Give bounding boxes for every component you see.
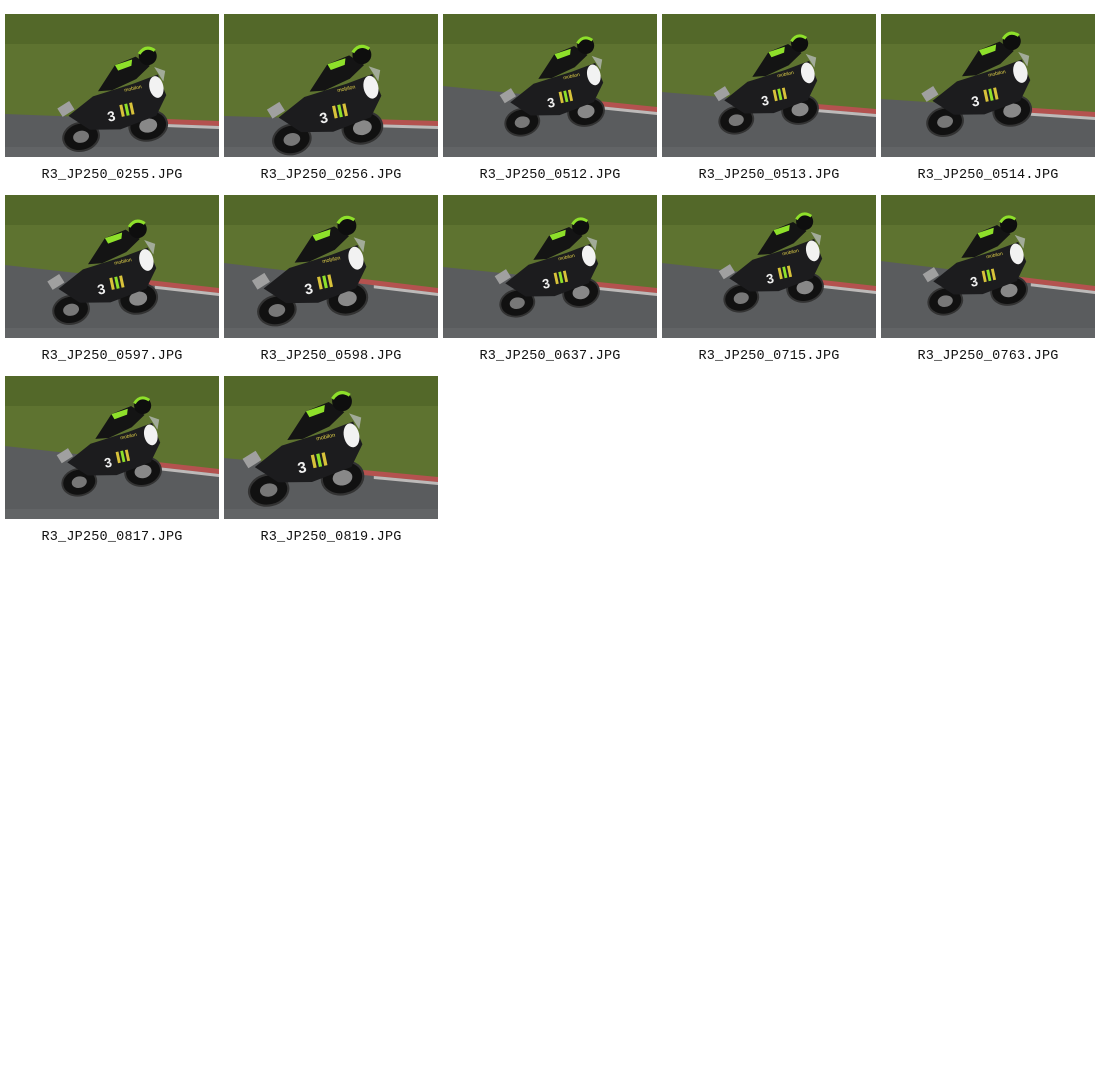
asphalt-highlight — [5, 147, 219, 157]
photo-tile[interactable]: 3 mobilon R3_JP250_0512.JPG — [443, 14, 657, 195]
photo-image: 3mobilon — [881, 195, 1095, 338]
photo-image: 3mobilon — [881, 14, 1095, 157]
photo-filename[interactable]: R3_JP250_0637.JPG — [443, 349, 657, 364]
photo-thumbnail[interactable]: 3 mobilon — [5, 14, 219, 157]
photo-tile[interactable]: 3 mobilon R3_JP250_0255.JPG — [5, 14, 219, 195]
grass-shade — [662, 195, 876, 225]
photo-image: 3mobilon — [5, 376, 219, 519]
photo-image: 3mobilon — [662, 195, 876, 338]
grass-shade — [224, 14, 438, 44]
asphalt-highlight — [224, 509, 438, 519]
photo-thumbnail[interactable]: 3 mobilon — [662, 195, 876, 338]
photo-tile[interactable]: 3 mobilon R3_JP250_0715.JPG — [662, 195, 876, 376]
grass-shade — [224, 195, 438, 225]
photo-thumbnail[interactable]: 3 mobilon — [224, 195, 438, 338]
grass-shade — [662, 14, 876, 44]
photo-image: 3mobilon — [443, 195, 657, 338]
photo-filename[interactable]: R3_JP250_0819.JPG — [224, 530, 438, 545]
photo-filename[interactable]: R3_JP250_0512.JPG — [443, 168, 657, 183]
photo-image: 3mobilon — [443, 14, 657, 157]
photo-tile[interactable]: 3 mobilon R3_JP250_0597.JPG — [5, 195, 219, 376]
photo-filename[interactable]: R3_JP250_0763.JPG — [881, 349, 1095, 364]
grass-shade — [443, 195, 657, 225]
grass-shade — [443, 14, 657, 44]
photo-tile[interactable]: 3 mobilon R3_JP250_0819.JPG — [224, 376, 438, 557]
photo-image: 3mobilon — [5, 195, 219, 338]
photo-tile[interactable]: 3 mobilon R3_JP250_0514.JPG — [881, 14, 1095, 195]
photo-filename[interactable]: R3_JP250_0255.JPG — [5, 168, 219, 183]
grass-shade — [5, 376, 219, 406]
photo-thumbnail[interactable]: 3 mobilon — [5, 195, 219, 338]
photo-filename[interactable]: R3_JP250_0514.JPG — [881, 168, 1095, 183]
photo-image: 3mobilon — [224, 14, 438, 157]
photo-filename[interactable]: R3_JP250_0598.JPG — [224, 349, 438, 364]
photo-thumbnail[interactable]: 3 mobilon — [224, 14, 438, 157]
photo-thumbnail[interactable]: 3 mobilon — [881, 14, 1095, 157]
photo-thumbnail[interactable]: 3 mobilon — [443, 195, 657, 338]
grass-shade — [224, 376, 438, 406]
photo-tile[interactable]: 3 mobilon R3_JP250_0513.JPG — [662, 14, 876, 195]
photo-thumbnail[interactable]: 3 mobilon — [662, 14, 876, 157]
grass-shade — [881, 14, 1095, 44]
photo-tile[interactable]: 3 mobilon R3_JP250_0763.JPG — [881, 195, 1095, 376]
grass-shade — [5, 195, 219, 225]
photo-tile[interactable]: 3 mobilon R3_JP250_0598.JPG — [224, 195, 438, 376]
photo-image: 3mobilon — [224, 376, 438, 519]
asphalt-highlight — [662, 328, 876, 338]
asphalt-highlight — [881, 147, 1095, 157]
asphalt-highlight — [443, 328, 657, 338]
asphalt-highlight — [662, 147, 876, 157]
photo-tile[interactable]: 3 mobilon R3_JP250_0817.JPG — [5, 376, 219, 557]
photo-thumbnail[interactable]: 3 mobilon — [224, 376, 438, 519]
photo-filename[interactable]: R3_JP250_0817.JPG — [5, 530, 219, 545]
photo-image: 3mobilon — [5, 14, 219, 157]
photo-thumbnail[interactable]: 3 mobilon — [881, 195, 1095, 338]
photo-thumbnail[interactable]: 3 mobilon — [443, 14, 657, 157]
photo-image: 3mobilon — [224, 195, 438, 338]
photo-filename[interactable]: R3_JP250_0597.JPG — [5, 349, 219, 364]
asphalt-highlight — [5, 328, 219, 338]
asphalt-highlight — [443, 147, 657, 157]
photo-filename[interactable]: R3_JP250_0715.JPG — [662, 349, 876, 364]
photo-tile[interactable]: 3 mobilon R3_JP250_0637.JPG — [443, 195, 657, 376]
asphalt-highlight — [5, 509, 219, 519]
asphalt-highlight — [224, 147, 438, 157]
photo-filename[interactable]: R3_JP250_0513.JPG — [662, 168, 876, 183]
grass-shade — [5, 14, 219, 44]
photo-image: 3mobilon — [662, 14, 876, 157]
photo-thumbnail[interactable]: 3 mobilon — [5, 376, 219, 519]
asphalt-highlight — [881, 328, 1095, 338]
grass-shade — [881, 195, 1095, 225]
photo-tile[interactable]: 3 mobilon R3_JP250_0256.JPG — [224, 14, 438, 195]
photo-filename[interactable]: R3_JP250_0256.JPG — [224, 168, 438, 183]
photo-gallery: 3 mobilon R3_JP250_0255.JPG 3 mobilon R3_JP25… — [5, 14, 1097, 557]
asphalt-highlight — [224, 328, 438, 338]
